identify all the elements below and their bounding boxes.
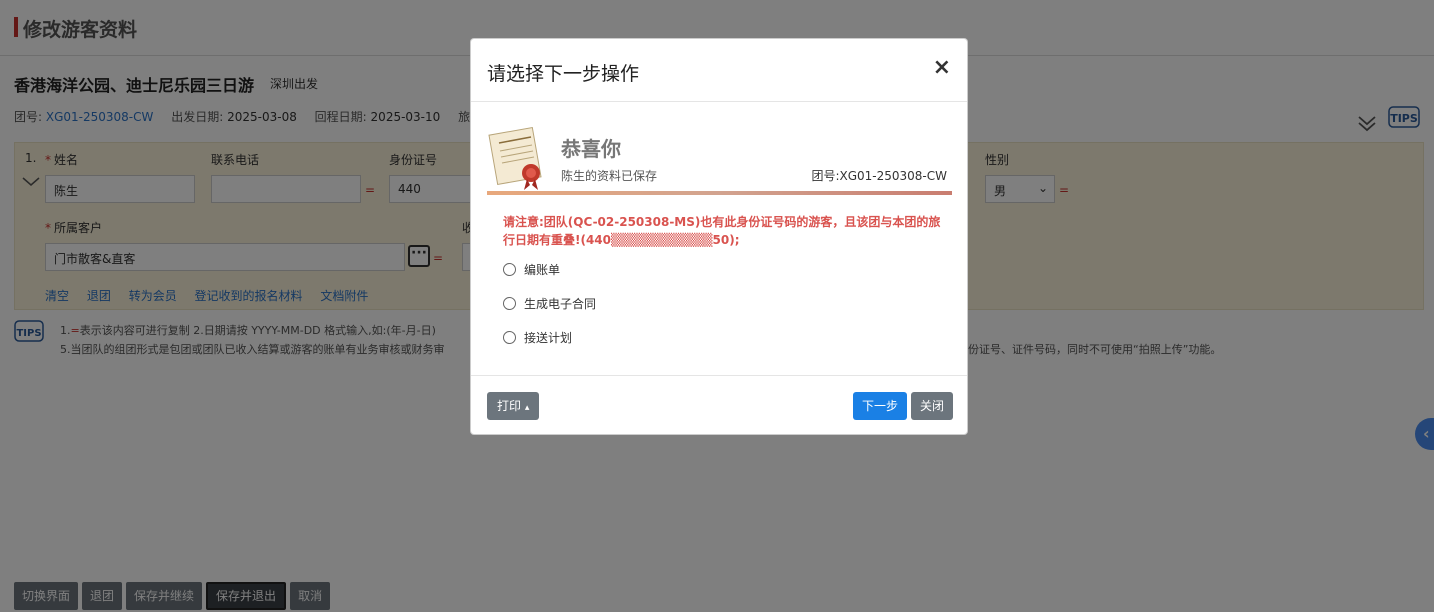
print-dropdown-button[interactable]: 打印 ▴ (487, 392, 540, 420)
option-contract[interactable]: 生成电子合同 (503, 295, 596, 312)
duplicate-id-warning: 请注意:团队(QC-02-250308-MS)也有此身份证号码的游客，且该团与本… (503, 215, 941, 247)
modal-tour-number: 团号:XG01-250308-CW (811, 169, 947, 183)
modal-title: 请选择下一步操作 (487, 63, 640, 85)
close-modal-button[interactable]: 关闭 (911, 392, 954, 420)
saved-message: 陈生的资料已保存 (561, 169, 658, 183)
option-contract-label: 生成电子合同 (524, 297, 597, 311)
gradient-divider (487, 191, 952, 195)
next-step-modal: 请选择下一步操作 × 恭喜你 陈生的资料已保存 团号:XG01-250308-C… (470, 38, 968, 435)
modal-header: 请选择下一步操作 × (471, 39, 967, 102)
radio-transfer[interactable] (503, 331, 516, 344)
modal-body: 恭喜你 陈生的资料已保存 团号:XG01-250308-CW 请注意:团队(QC… (471, 103, 967, 375)
congrats-heading: 恭喜你 (561, 137, 621, 161)
certificate-scroll-icon (488, 126, 542, 190)
option-billing[interactable]: 编账单 (503, 261, 560, 278)
close-icon[interactable]: × (933, 57, 951, 79)
radio-billing[interactable] (503, 263, 516, 276)
modal-footer: 打印 ▴ 下一步 关闭 (471, 375, 967, 435)
radio-contract[interactable] (503, 297, 516, 310)
caret-up-icon: ▴ (524, 403, 530, 413)
next-step-button[interactable]: 下一步 (853, 392, 908, 420)
option-transfer-label: 接送计划 (524, 331, 573, 345)
option-billing-label: 编账单 (524, 263, 561, 277)
option-transfer[interactable]: 接送计划 (503, 329, 572, 346)
